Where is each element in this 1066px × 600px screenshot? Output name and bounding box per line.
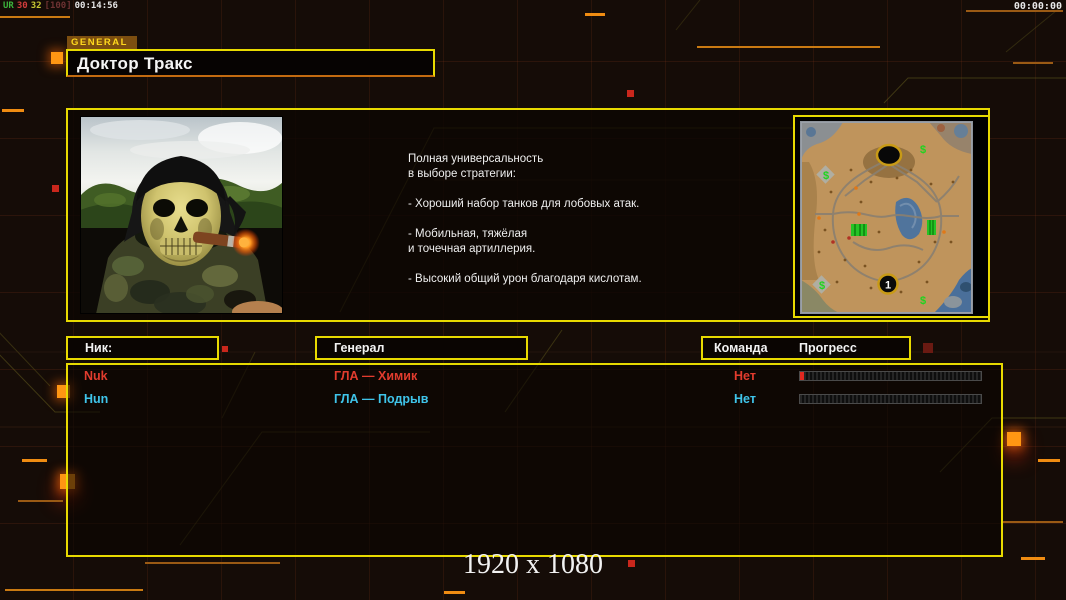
- progress-bar-hatch: [800, 395, 981, 403]
- player-nick[interactable]: Hun: [84, 392, 108, 406]
- resolution-label: 1920 x 1080: [463, 549, 603, 580]
- orange-dash: [5, 589, 143, 591]
- net-value-2: 32: [30, 1, 42, 11]
- description-paragraph: - Хороший набор танков для лобовых атак.: [408, 198, 640, 210]
- general-header-label: Генерал: [334, 341, 385, 355]
- red-square-accent: [627, 90, 634, 97]
- portrait-image: [80, 116, 283, 314]
- general-select-screen: UR 30 32 [100] 00:14:56 00:00:00 GENERAL Док…: [0, 0, 1066, 600]
- description-paragraph: - Мобильная, тяжёлая и точечная артиллер…: [408, 228, 536, 255]
- orange-dash: [1021, 557, 1045, 560]
- orange-square-accent: [51, 52, 63, 64]
- orange-dash: [697, 46, 880, 48]
- player-team[interactable]: Нет: [734, 392, 756, 406]
- nick-header-label: Ник:: [85, 341, 113, 355]
- red-square-accent: [52, 185, 59, 192]
- column-header-team-progress: Команда Прогресс: [701, 336, 911, 360]
- orange-dash: [0, 16, 70, 18]
- net-value-1: 30: [16, 1, 28, 11]
- supply-marker: $: [920, 144, 926, 156]
- orange-dash: [145, 562, 280, 564]
- player-progress-bar: [799, 394, 982, 404]
- orange-dash: [18, 500, 63, 502]
- orange-dash: [2, 109, 24, 112]
- minimap: $ $ $ $ 1: [800, 121, 973, 314]
- progress-bar-fill: [800, 372, 804, 380]
- general-portrait: [80, 116, 283, 314]
- general-title-box: Доктор Тракс: [66, 49, 435, 77]
- session-elapsed-time: 00:14:56: [74, 1, 118, 11]
- game-clock: 00:00:00: [1013, 1, 1062, 12]
- orange-dash: [1038, 459, 1060, 462]
- player-general: ГЛА — Химик: [334, 369, 418, 383]
- net-tag: UR: [3, 1, 14, 11]
- general-description: Полная универсальность в выборе стратеги…: [408, 152, 748, 302]
- player-nick[interactable]: Nuk: [84, 369, 108, 383]
- supply-marker: $: [819, 280, 825, 292]
- player-team[interactable]: Нет: [734, 369, 756, 383]
- progress-bar-hatch: [800, 372, 981, 380]
- progress-header-label: Прогресс: [799, 341, 857, 355]
- description-paragraph: Полная универсальность в выборе стратеги…: [408, 153, 544, 180]
- general-name: Доктор Тракс: [77, 54, 193, 73]
- red-square-accent: [222, 346, 228, 352]
- supply-marker: $: [920, 295, 926, 307]
- player-general: ГЛА — Подрыв: [334, 392, 429, 406]
- orange-square-accent: [1007, 432, 1021, 446]
- orange-dash: [22, 459, 47, 462]
- start-position-number: 1: [885, 280, 891, 292]
- orange-dash: [1001, 521, 1063, 523]
- general-tab-label: GENERAL: [67, 36, 137, 49]
- minimap-box: $ $ $ $ 1: [793, 115, 990, 318]
- supply-marker: $: [823, 170, 829, 182]
- description-paragraph: - Высокий общий урон благодаря кислотам.: [408, 273, 642, 285]
- column-header-general: Генерал: [315, 336, 528, 360]
- net-value-3: [100]: [44, 1, 72, 11]
- column-header-nick: Ник:: [66, 336, 219, 360]
- players-list-panel: [66, 363, 1003, 557]
- orange-dash: [444, 591, 465, 594]
- orange-dash: [1013, 62, 1053, 64]
- player-progress-bar: [799, 371, 982, 381]
- dark-red-square-accent: [923, 343, 933, 353]
- orange-dash: [585, 13, 605, 16]
- start-position-top: [875, 143, 903, 167]
- network-stats-overlay: UR 30 32 [100] 00:14:56: [3, 1, 121, 11]
